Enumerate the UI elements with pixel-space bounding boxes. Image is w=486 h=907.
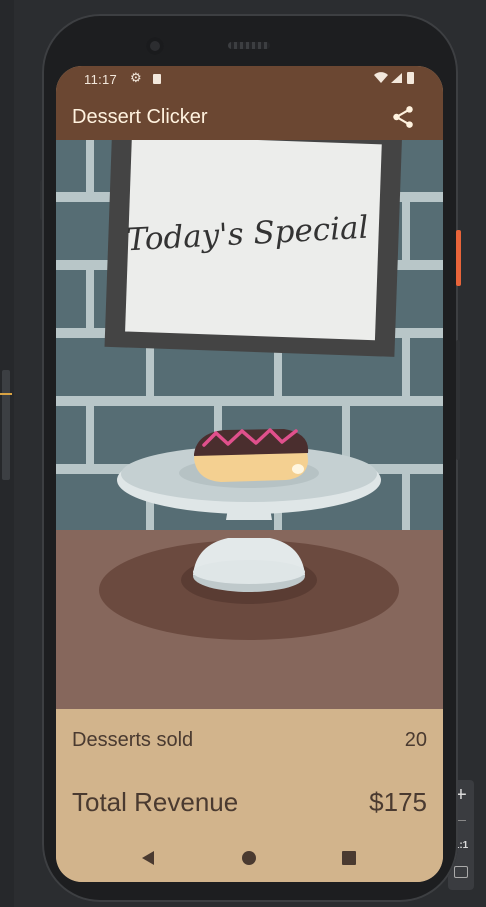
sim-card-icon — [153, 74, 161, 84]
dessert-scene: Today's Special — [56, 126, 443, 709]
navigation-bar — [56, 839, 443, 882]
home-icon[interactable] — [242, 851, 256, 865]
status-time: 11:17 — [84, 72, 118, 87]
fit-screen-icon[interactable] — [454, 866, 468, 878]
eclair-dessert[interactable] — [194, 428, 309, 482]
status-right-icons — [373, 71, 417, 88]
recents-icon[interactable] — [342, 851, 356, 865]
back-icon[interactable] — [142, 851, 154, 865]
share-button[interactable] — [390, 104, 416, 130]
power-button[interactable] — [456, 230, 461, 286]
total-revenue-label: Total Revenue — [72, 787, 239, 817]
bakery-illustration: Today's Special — [56, 126, 443, 709]
speaker-grille — [228, 42, 270, 49]
ide-scroll-marker[interactable] — [2, 370, 10, 480]
wifi-signal-battery-icons — [374, 72, 414, 84]
ide-left-strip — [0, 0, 14, 907]
device-screen: 11:17 ⚙ Dessert Clicker Today's Special … — [56, 66, 443, 882]
status-bar: 11:17 ⚙ — [56, 66, 443, 92]
signal-icon — [391, 73, 402, 83]
app-title: Dessert Clicker — [72, 106, 208, 128]
share-icon — [393, 106, 413, 128]
wifi-icon — [374, 72, 388, 83]
ide-indicator — [0, 393, 12, 395]
volume-button[interactable] — [456, 340, 460, 460]
camera-icon — [146, 37, 164, 55]
battery-icon — [407, 72, 414, 84]
desserts-sold-value: 20 — [404, 729, 427, 751]
gear-icon: ⚙ — [130, 70, 142, 85]
stats-panel: Desserts sold 20 Total Revenue $175 — [56, 709, 443, 882]
desserts-sold-label: Desserts sold — [72, 729, 194, 751]
total-revenue-value: $175 — [369, 787, 427, 817]
app-bar: Dessert Clicker — [56, 92, 443, 140]
